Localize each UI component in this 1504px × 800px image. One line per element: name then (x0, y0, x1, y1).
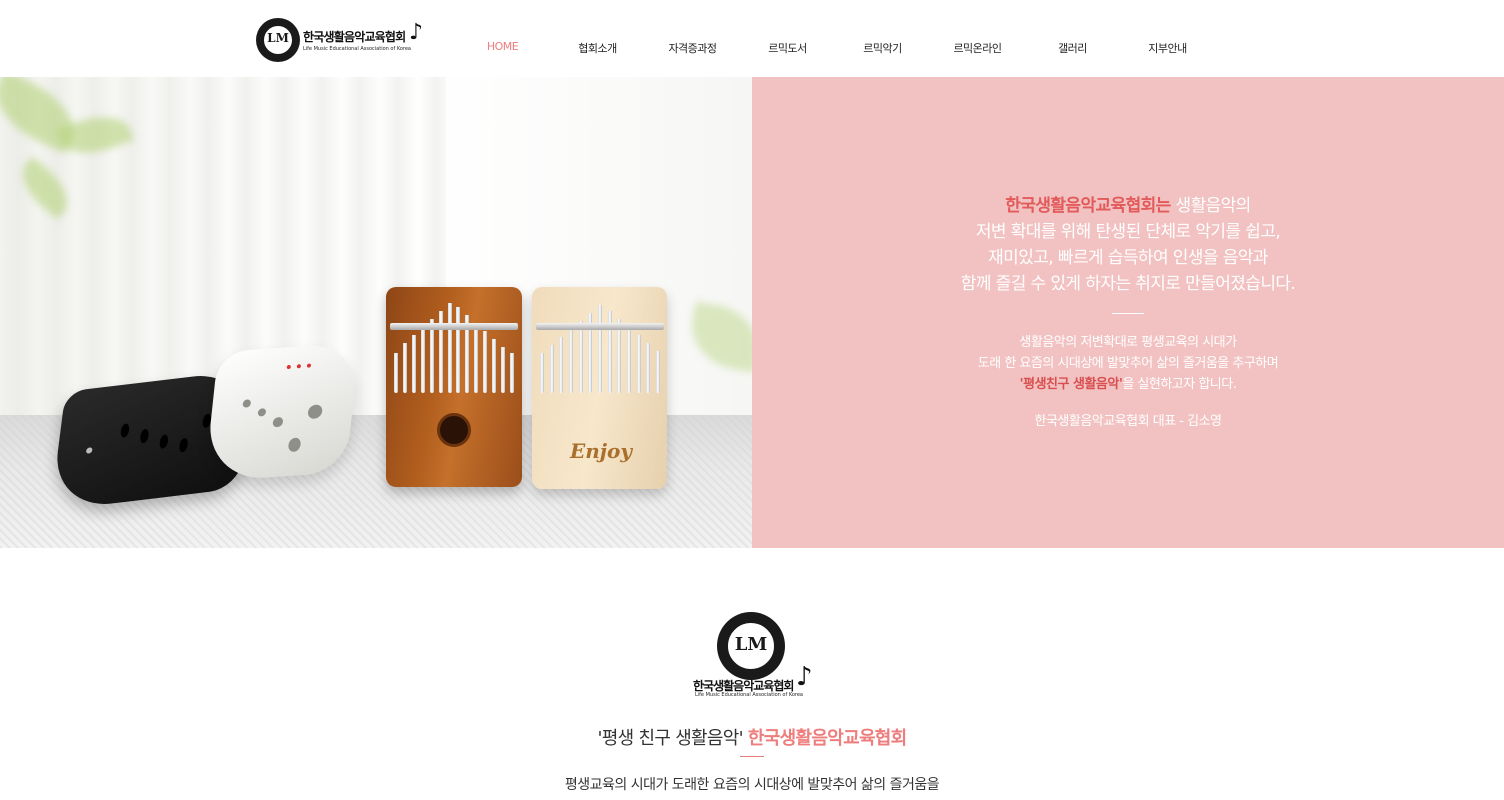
hero-instruments-image: Enjoy (0, 77, 752, 548)
hero-banner: Enjoy 한국생활음악교육협회는 생활음악의 저변 확대를 위해 탄생된 단체… (0, 77, 1504, 548)
hero-small-1: 생활음악의 저변확대로 평생교육의 시대가 (1019, 335, 1237, 350)
intro-body-line-1: 평생교육의 시대가 도래한 요즘의 시대상에 발맞추어 삶의 즐거움을 (564, 777, 940, 793)
slogan-org-name: 한국생활음악교육협회 (747, 728, 907, 749)
nav-about[interactable]: 협회소개 (550, 40, 645, 56)
nav-online[interactable]: 르믹온라인 (930, 40, 1025, 56)
site-header: LM 한국생활음악교육협회 Life Music Educational Ass… (0, 0, 1504, 77)
hero-ceo: 한국생활음악교육협회 대표 - 김소영 (1034, 414, 1223, 429)
intro-logo-subtitle: Life Music Educational Association of Ko… (695, 692, 803, 698)
hero-line-1: 한국생활음악교육협회는 생활음악의 (1005, 196, 1251, 216)
logo-subtitle: Life Music Educational Association of Ko… (303, 46, 411, 52)
nav-instruments[interactable]: 르믹악기 (835, 40, 930, 56)
hero-line-2: 저변 확대를 위해 탄생된 단체로 악기를 쉽고, (975, 222, 1281, 242)
hero-small-3: '평생친구 생활음악'을 실현하고자 합니다. (1019, 377, 1237, 392)
hero-divider (1112, 313, 1144, 314)
wood-kalimba (386, 287, 522, 487)
birch-kalimba: Enjoy (532, 287, 667, 489)
hero-line-4: 함께 즐길 수 있게 하자는 취지로 만들어졌습니다. (960, 274, 1296, 294)
slogan: '평생 친구 생활음악' 한국생활음악교육협회 (0, 724, 1504, 750)
kalimba-brand-text: Enjoy (570, 439, 632, 463)
nav-certificate[interactable]: 자격증과정 (645, 40, 740, 56)
nav-books[interactable]: 르믹도서 (740, 40, 835, 56)
slogan-divider (740, 756, 764, 757)
hero-small-2: 도래 한 요즘의 시대상에 발맞추어 삶의 즐거움을 추구하며 (977, 356, 1279, 371)
hero-line-3: 재미있고, 빠르게 습득하여 인생을 음악과 (988, 248, 1268, 268)
logo-title: 한국생활음악교육협회 (303, 30, 406, 44)
intro-emblem-icon: LM (717, 612, 785, 680)
music-note-icon: ♪ (409, 20, 424, 45)
logo-emblem-icon: LM (256, 18, 300, 62)
nav-branches[interactable]: 지부안내 (1120, 40, 1215, 56)
site-logo[interactable]: LM 한국생활음악교육협회 Life Music Educational Ass… (256, 16, 423, 64)
intro-logo: LM ♪ 한국생활음악교육협회 Life Music Educational A… (693, 610, 813, 700)
main-nav: HOME 협회소개 자격증과정 르믹도서 르믹악기 르믹온라인 갤러리 지부안내 (455, 40, 1215, 56)
nav-home[interactable]: HOME (455, 40, 550, 56)
nav-gallery[interactable]: 갤러리 (1025, 40, 1120, 56)
slogan-quote: '평생 친구 생활음악' (597, 728, 743, 749)
hero-message-panel: 한국생활음악교육협회는 생활음악의 저변 확대를 위해 탄생된 단체로 악기를 … (752, 77, 1504, 548)
